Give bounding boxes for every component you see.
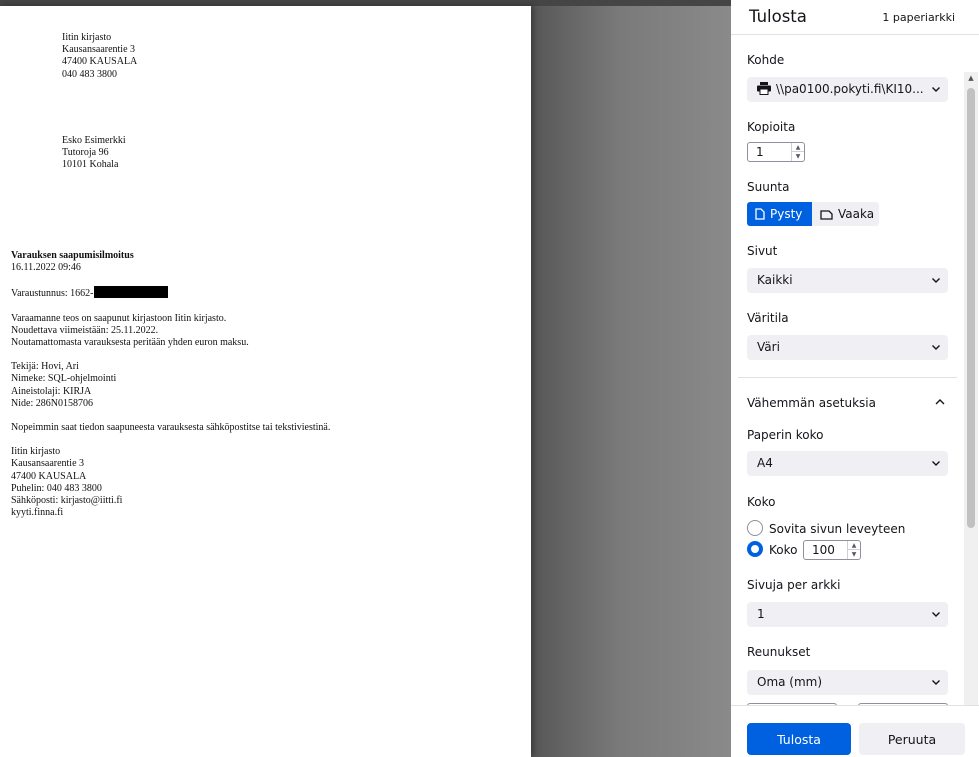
- custom-scale-label[interactable]: Koko: [769, 543, 797, 557]
- footer-line: Sähköposti: kirjasto@iitti.fi: [11, 495, 123, 507]
- pages-per-sheet-label: Sivuja per arkki: [747, 578, 841, 592]
- destination-select[interactable]: \\pa0100.pokyti.fi\KI10...: [747, 77, 948, 102]
- redaction-bar: [93, 286, 168, 299]
- scale-stepper[interactable]: 100 ▲ ▼: [803, 540, 861, 560]
- paper-size-label: Paperin koko: [747, 428, 824, 442]
- margins-select[interactable]: Oma (mm): [747, 670, 948, 695]
- address-line: Kausansaarentie 3: [62, 44, 136, 56]
- less-settings-toggle[interactable]: Vähemmän asetuksia: [747, 396, 876, 410]
- footer-line: 47400 KAUSALA: [11, 470, 87, 482]
- message-line: Noudettava viimeistään: 25.11.2022.: [11, 324, 159, 336]
- scale-value: 100: [812, 543, 835, 557]
- footer-line: kyyti.finna.fi: [11, 507, 64, 519]
- chevron-down-icon: [932, 345, 940, 350]
- portrait-label: Pysty: [770, 207, 803, 221]
- fit-width-label[interactable]: Sovita sivun leveyteen: [769, 522, 905, 536]
- fit-width-radio[interactable]: [747, 520, 763, 536]
- landscape-label: Vaaka: [838, 207, 875, 221]
- chevron-down-icon: [932, 461, 940, 466]
- reservation-code-label: Varaustunnus: 1662-: [11, 288, 94, 300]
- pages-per-sheet-select[interactable]: 1: [747, 602, 948, 627]
- notice-body: Varauksen saapumisilmoitus 16.11.2022 09…: [11, 250, 330, 519]
- print-button[interactable]: Tulosta: [747, 723, 851, 755]
- chevron-up-icon[interactable]: [934, 397, 946, 407]
- footer-line: Kausansaarentie 3: [11, 458, 85, 470]
- notice-title: Varauksen saapumisilmoitus: [11, 250, 134, 261]
- color-mode-value: Väri: [757, 340, 780, 354]
- print-preview-area: Iitin kirjasto Kausansaarentie 3 47400 K…: [0, 0, 731, 757]
- message-line: Noutamattomasta varauksesta peritään yhd…: [11, 337, 249, 349]
- scroll-up-arrow[interactable]: ▲: [964, 74, 978, 84]
- address-line: Tutoroja 96: [62, 147, 109, 159]
- margins-value: Oma (mm): [757, 675, 823, 689]
- pages-select[interactable]: Kaikki: [747, 268, 948, 293]
- item-line: Tekijä: Hovi, Ari: [11, 361, 79, 373]
- color-mode-label: Väritila: [747, 311, 789, 325]
- tip-text: Nopeimmin saat tiedon saapuneesta varauk…: [11, 422, 331, 434]
- preview-page: Iitin kirjasto Kausansaarentie 3 47400 K…: [0, 6, 531, 757]
- copies-arrows[interactable]: ▲ ▼: [791, 143, 804, 161]
- address-line: Iitin kirjasto: [62, 32, 112, 43]
- chevron-down-icon: [932, 278, 940, 283]
- message-line: Varaamanne teos on saapunut kirjastoon I…: [11, 312, 227, 324]
- chevron-down-icon: [932, 87, 940, 92]
- panel-header: Tulosta 1 paperiarkki: [731, 0, 979, 35]
- sender-address: Iitin kirjasto Kausansaarentie 3 47400 K…: [62, 32, 137, 81]
- section-divider: [738, 377, 957, 378]
- pages-value: Kaikki: [757, 273, 793, 287]
- panel-footer: Tulosta Peruuta: [731, 705, 979, 757]
- portrait-page-icon: [755, 208, 765, 223]
- pages-per-sheet-value: 1: [757, 607, 765, 621]
- color-mode-select[interactable]: Väri: [747, 335, 948, 360]
- scrollbar-thumb[interactable]: [967, 88, 975, 528]
- chevron-down-icon: [932, 612, 940, 617]
- destination-value: \\pa0100.pokyti.fi\KI10...: [776, 82, 924, 96]
- item-line: Aineistolaji: KIRJA: [11, 385, 92, 397]
- sheet-count: 1 paperiarkki: [882, 11, 955, 24]
- portrait-button[interactable]: Pysty: [747, 202, 812, 226]
- address-line: 47400 KAUSALA: [62, 56, 138, 68]
- footer-line: Puhelin: 040 483 3800: [11, 482, 102, 494]
- address-line: Esko Esimerkki: [62, 135, 126, 146]
- copies-stepper[interactable]: 1 ▲ ▼: [747, 142, 805, 162]
- pages-label: Sivut: [747, 244, 778, 258]
- item-line: Nimeke: SQL-ohjelmointi: [11, 373, 117, 385]
- destination-label: Kohde: [747, 53, 785, 67]
- print-settings-panel: Tulosta 1 paperiarkki Kohde \\pa0100.pok…: [731, 0, 979, 757]
- reservation-code-line: Varaustunnus: 1662-: [11, 286, 330, 300]
- cancel-button[interactable]: Peruuta: [859, 723, 965, 755]
- paper-size-value: A4: [757, 456, 773, 470]
- copies-label: Kopioita: [747, 120, 796, 134]
- copies-value: 1: [756, 145, 764, 159]
- item-line: Nide: 286N0158706: [11, 397, 93, 409]
- address-line: 040 483 3800: [62, 68, 117, 80]
- margins-label: Reunukset: [747, 645, 811, 659]
- footer-line: Iitin kirjasto: [11, 446, 61, 458]
- landscape-button[interactable]: Vaaka: [812, 202, 879, 226]
- settings-scroll-area[interactable]: Kohde \\pa0100.pokyti.fi\KI10... Kopioit…: [731, 36, 979, 705]
- scrollbar[interactable]: ▲ ▼: [964, 72, 978, 705]
- address-line: 10101 Kohala: [62, 159, 119, 171]
- recipient-address: Esko Esimerkki Tutoroja 96 10101 Kohala: [62, 135, 126, 172]
- chevron-down-icon: [932, 680, 940, 685]
- custom-scale-radio[interactable]: [747, 541, 763, 557]
- landscape-page-icon: [820, 209, 833, 223]
- scale-arrows[interactable]: ▲ ▼: [847, 541, 860, 559]
- panel-title: Tulosta: [749, 7, 807, 26]
- paper-size-select[interactable]: A4: [747, 451, 948, 476]
- orientation-label: Suunta: [747, 180, 790, 194]
- scale-label: Koko: [747, 495, 776, 509]
- notice-datetime: 16.11.2022 09:46: [11, 262, 81, 274]
- printer-icon: [757, 82, 771, 98]
